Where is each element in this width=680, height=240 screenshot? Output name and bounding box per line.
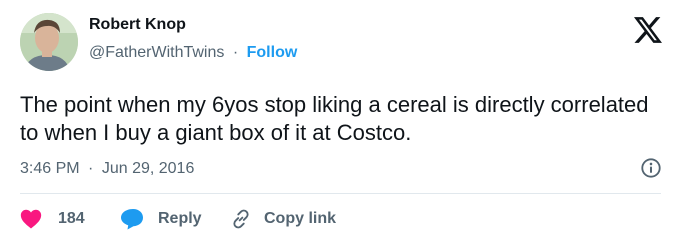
copy-link-button[interactable]: Copy link [230, 207, 336, 231]
avatar[interactable] [20, 13, 78, 71]
author-handle[interactable]: @FatherWithTwins [89, 44, 224, 61]
reply-label: Reply [158, 210, 202, 227]
speech-bubble-icon [121, 209, 143, 230]
action-bar: 184 Reply Copy link [20, 207, 660, 231]
like-count: 184 [58, 210, 85, 227]
copy-link-label: Copy link [264, 210, 337, 227]
tweet-timestamp[interactable]: 3:46 PM · Jun 29, 2016 [20, 160, 194, 178]
tweet-text: The point when my 6yos stop liking a cer… [20, 92, 649, 145]
separator-dot: · [232, 44, 239, 61]
like-button[interactable]: 184 [20, 207, 85, 231]
x-logo-icon[interactable] [634, 17, 662, 43]
timestamp-separator: · [88, 160, 94, 177]
handle-row: @FatherWithTwins · Follow [89, 44, 297, 62]
follow-button[interactable]: Follow [247, 44, 298, 61]
tweet-card: Robert Knop @FatherWithTwins · Follow Th… [0, 0, 680, 240]
heart-icon [20, 209, 42, 229]
reply-button[interactable]: Reply [120, 207, 202, 231]
tweet-time: 3:46 PM [20, 160, 80, 177]
link-icon [233, 209, 249, 229]
avatar-photo [20, 13, 78, 71]
info-icon[interactable] [640, 157, 662, 179]
divider [20, 193, 661, 194]
author-name[interactable]: Robert Knop [89, 16, 186, 34]
tweet-date: Jun 29, 2016 [101, 160, 195, 177]
